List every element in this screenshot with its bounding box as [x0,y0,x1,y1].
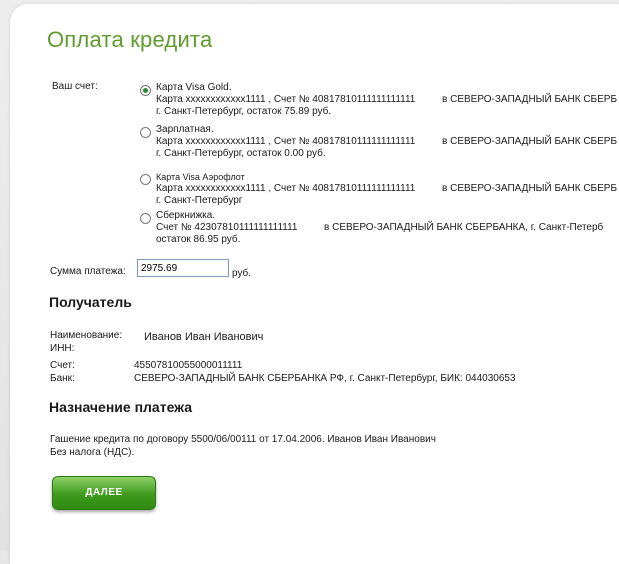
radio-salary[interactable] [140,127,151,138]
account-option-bank: в СЕВЕРО-ЗАПАДНЫЙ БАНК СБЕРБ [442,136,618,147]
account-option-details: Карта xxxxxxxxxxxx1111 , Счет № 40817810… [156,94,416,105]
recipient-heading: Получатель [49,294,132,310]
account-option-balance: г. Санкт-Петербург, остаток 75.89 руб. [156,106,332,117]
radio-visa-gold[interactable] [140,85,151,96]
account-option-bank: в СЕВЕРО-ЗАПАДНЫЙ БАНК СБЕРБ [442,94,618,105]
next-button[interactable]: ДАЛЕЕ [52,476,156,510]
recipient-name-label: Наименование: [50,330,123,341]
account-option-details: Счет № 42307810111111111111 [156,222,298,233]
account-option-bank: в СЕВЕРО-ЗАПАДНЫЙ БАНК СБЕРБАНКА, г. Сан… [324,222,604,233]
recipient-inn-label: ИНН: [50,343,75,354]
purpose-heading: Назначение платежа [49,399,193,415]
account-label: Ваш счет: [52,81,98,92]
account-option-name: Сберкнижка. [156,210,216,221]
purpose-tax-note: Без налога (НДС). [50,447,135,458]
account-option-details: Карта xxxxxxxxxxxx1111 , Счет № 40817810… [156,183,416,194]
window-background: Оплата кредита Ваш счет: Карта Visa Gold… [0,0,619,564]
recipient-bank-value: СЕВЕРО-ЗАПАДНЫЙ БАНК СБЕРБАНКА РФ, г. Са… [134,373,516,384]
account-option-balance: г. Санкт-Петербург, остаток 0.00 руб. [156,148,326,159]
recipient-bank-label: Банк: [50,373,75,384]
currency-unit: руб. [232,268,252,279]
radio-savings-book[interactable] [140,213,151,224]
recipient-name-value: Иванов Иван Иванович [144,331,264,343]
page-title: Оплата кредита [47,27,213,52]
payment-sum-label: Сумма платежа: [50,266,126,277]
account-option-name: Карта Visa Аэрофлот [156,172,245,182]
recipient-account-label: Счет: [50,360,75,371]
radio-visa-aeroflot[interactable] [140,174,151,185]
account-option-balance: остаток 86.95 руб. [156,234,241,245]
account-option-balance: г. Санкт-Петербург [156,195,243,206]
payment-sum-input[interactable] [137,259,229,277]
account-option-name: Карта Visa Gold. [156,82,232,93]
recipient-account-value: 45507810055000011111 [134,360,243,371]
account-option-name: Зарплатная. [156,124,214,135]
purpose-text: Гашение кредита по договору 5500/06/0011… [50,434,436,445]
account-option-details: Карта xxxxxxxxxxxx1111 , Счет № 40817810… [156,136,416,147]
payment-form-panel: Оплата кредита Ваш счет: Карта Visa Gold… [10,4,619,564]
account-option-bank: в СЕВЕРО-ЗАПАДНЫЙ БАНК СБЕРБ [442,183,618,194]
